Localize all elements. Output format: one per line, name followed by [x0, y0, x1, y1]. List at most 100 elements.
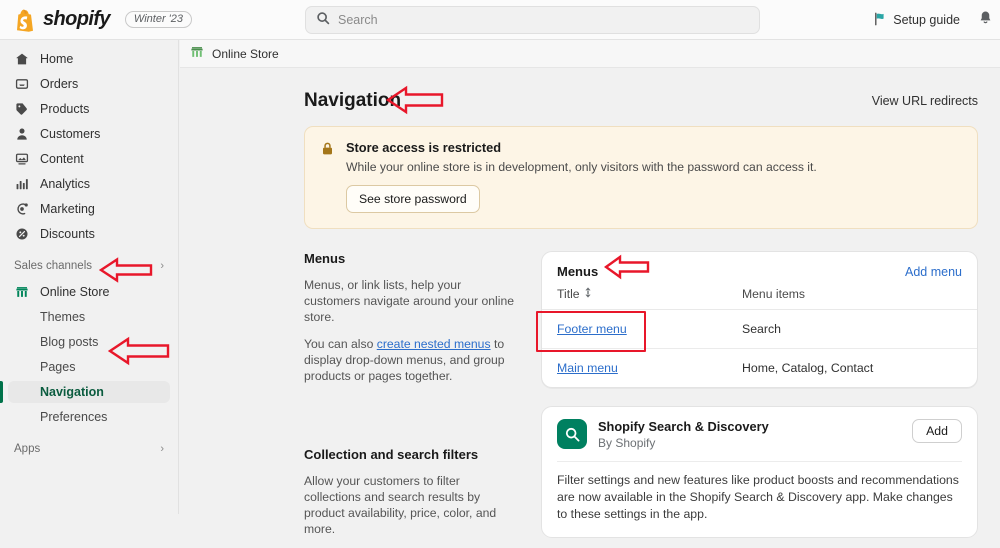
content-image-icon	[14, 151, 30, 167]
search-discovery-app-card: Shopify Search & Discovery By Shopify Ad…	[541, 406, 978, 538]
sidebar-item-customers[interactable]: Customers	[8, 123, 170, 145]
menus-section-paragraph-1: Menus, or link lists, help your customer…	[304, 278, 515, 325]
season-badge: Winter '23	[124, 11, 192, 28]
setup-guide-label: Setup guide	[893, 13, 960, 27]
page-content: Navigation View URL redirects Store acce…	[180, 68, 1000, 548]
banner-body: While your online store is in developmen…	[346, 160, 817, 174]
sales-channels-section-header[interactable]: Sales channels ›	[8, 255, 170, 277]
sidebar-item-label: Content	[40, 152, 84, 166]
breadcrumb-label: Online Store	[212, 46, 279, 61]
magnifier-app-icon	[557, 419, 587, 449]
topbar-actions: Setup guide	[865, 0, 1000, 40]
sidebar-item-home[interactable]: Home	[8, 48, 170, 70]
sidebar-item-label: Navigation	[40, 385, 104, 399]
menus-card-title: Menus	[557, 264, 599, 279]
sidebar-item-content[interactable]: Content	[8, 148, 170, 170]
sidebar-item-label: Online Store	[40, 285, 110, 299]
filters-section-heading: Collection and search filters	[304, 446, 479, 462]
sidebar-item-analytics[interactable]: Analytics	[8, 173, 170, 195]
storefront-icon	[190, 45, 204, 62]
sidebar-item-products[interactable]: Products	[8, 98, 170, 120]
menus-card-header: Menus Add menu	[542, 252, 977, 279]
main-area: Online Store Navigation View URL redirec…	[180, 40, 1000, 538]
chevron-right-icon: ›	[160, 260, 164, 272]
column-header-title-label: Title	[557, 287, 580, 301]
app-description: Filter settings and new features like pr…	[557, 473, 959, 521]
sidebar-item-label: Products	[40, 102, 90, 116]
person-icon	[14, 126, 30, 142]
sidebar-item-pages[interactable]: Pages	[8, 356, 170, 378]
top-bar: shopify Winter '23 Setup guide	[0, 0, 1000, 40]
sidebar: Home Orders Products Customers Content A…	[0, 40, 179, 514]
sidebar-item-blog-posts[interactable]: Blog posts	[8, 331, 170, 353]
sidebar-item-label: Themes	[40, 310, 86, 324]
sidebar-item-label: Customers	[40, 127, 101, 141]
sidebar-item-label: Home	[40, 52, 74, 66]
banner-title: Store access is restricted	[346, 140, 502, 155]
menus-section-paragraph-2: You can also create nested menus to disp…	[304, 336, 517, 384]
sidebar-item-discounts[interactable]: Discounts	[8, 223, 170, 245]
divider	[557, 461, 962, 462]
sidebar-item-orders[interactable]: Orders	[8, 73, 170, 95]
megaphone-target-icon	[14, 201, 30, 217]
sidebar-item-label: Orders	[40, 77, 79, 91]
notifications-bell-button[interactable]	[972, 7, 998, 33]
sidebar-item-marketing[interactable]: Marketing	[8, 198, 170, 220]
see-store-password-button[interactable]: See store password	[346, 185, 480, 213]
page-title: Navigation	[304, 90, 402, 111]
storefront-icon	[14, 284, 30, 300]
table-row[interactable]: Footer menu Search	[542, 310, 977, 349]
right-cards-column: Menus Add menu Title Menu items Footer m…	[541, 251, 978, 548]
sidebar-item-online-store[interactable]: Online Store	[8, 281, 170, 303]
sidebar-item-preferences[interactable]: Preferences	[8, 406, 170, 428]
add-app-button[interactable]: Add	[912, 419, 962, 443]
add-menu-button[interactable]: Add menu	[905, 265, 962, 279]
page-header: Navigation View URL redirects	[180, 68, 1000, 112]
sales-channels-label: Sales channels	[14, 260, 92, 272]
sidebar-item-label: Marketing	[40, 202, 95, 216]
breadcrumb[interactable]: Online Store	[180, 40, 1000, 68]
column-header-title[interactable]: Title	[557, 287, 742, 301]
sidebar-item-themes[interactable]: Themes	[8, 306, 170, 328]
sidebar-item-navigation[interactable]: Navigation	[0, 381, 170, 403]
store-access-banner: Store access is restricted While your on…	[304, 126, 978, 229]
menus-table-header: Title Menu items	[542, 279, 977, 310]
menu-title-link[interactable]: Main menu	[557, 361, 618, 375]
app-developer: By Shopify	[598, 436, 656, 450]
menu-items-value: Search	[742, 322, 781, 336]
sidebar-item-label: Pages	[40, 360, 76, 374]
global-search[interactable]	[305, 6, 760, 34]
search-input[interactable]	[338, 13, 749, 27]
home-icon	[14, 51, 30, 67]
bar-chart-icon	[14, 176, 30, 192]
menus-section-heading: Menus	[304, 251, 346, 266]
bell-icon	[978, 10, 993, 30]
shopify-brand[interactable]: shopify Winter '23	[0, 8, 192, 32]
create-nested-menus-link[interactable]: create nested menus	[377, 337, 491, 351]
column-header-menu-items: Menu items	[742, 287, 805, 301]
menus-card: Menus Add menu Title Menu items Footer m…	[541, 251, 978, 388]
orders-inbox-icon	[14, 76, 30, 92]
product-tag-icon	[14, 101, 30, 117]
app-name: Shopify Search & Discovery	[598, 419, 769, 434]
paragraph-2-before: You can also	[304, 337, 377, 352]
lock-icon	[320, 141, 335, 213]
sidebar-item-label: Analytics	[40, 177, 91, 191]
shopify-bag-icon	[14, 8, 36, 32]
shopify-wordmark: shopify	[43, 8, 111, 30]
sort-updown-icon	[584, 287, 592, 301]
left-descriptions-column: Menus Menus, or link lists, help your cu…	[304, 251, 517, 548]
flag-icon	[873, 12, 887, 29]
search-icon	[316, 11, 330, 30]
sidebar-item-label: Discounts	[40, 227, 95, 241]
table-row[interactable]: Main menu Home, Catalog, Contact	[542, 349, 977, 387]
menu-title-link[interactable]: Footer menu	[557, 322, 627, 336]
sidebar-item-label: Preferences	[40, 410, 108, 424]
setup-guide-button[interactable]: Setup guide	[865, 7, 968, 34]
two-column-layout: Menus Menus, or link lists, help your cu…	[180, 251, 1000, 548]
sidebar-item-label: Blog posts	[40, 335, 99, 349]
view-url-redirects-link[interactable]: View URL redirects	[872, 94, 978, 108]
discount-tag-icon	[14, 226, 30, 242]
menu-items-value: Home, Catalog, Contact	[742, 361, 874, 375]
apps-section-header[interactable]: Apps ›	[8, 438, 170, 460]
